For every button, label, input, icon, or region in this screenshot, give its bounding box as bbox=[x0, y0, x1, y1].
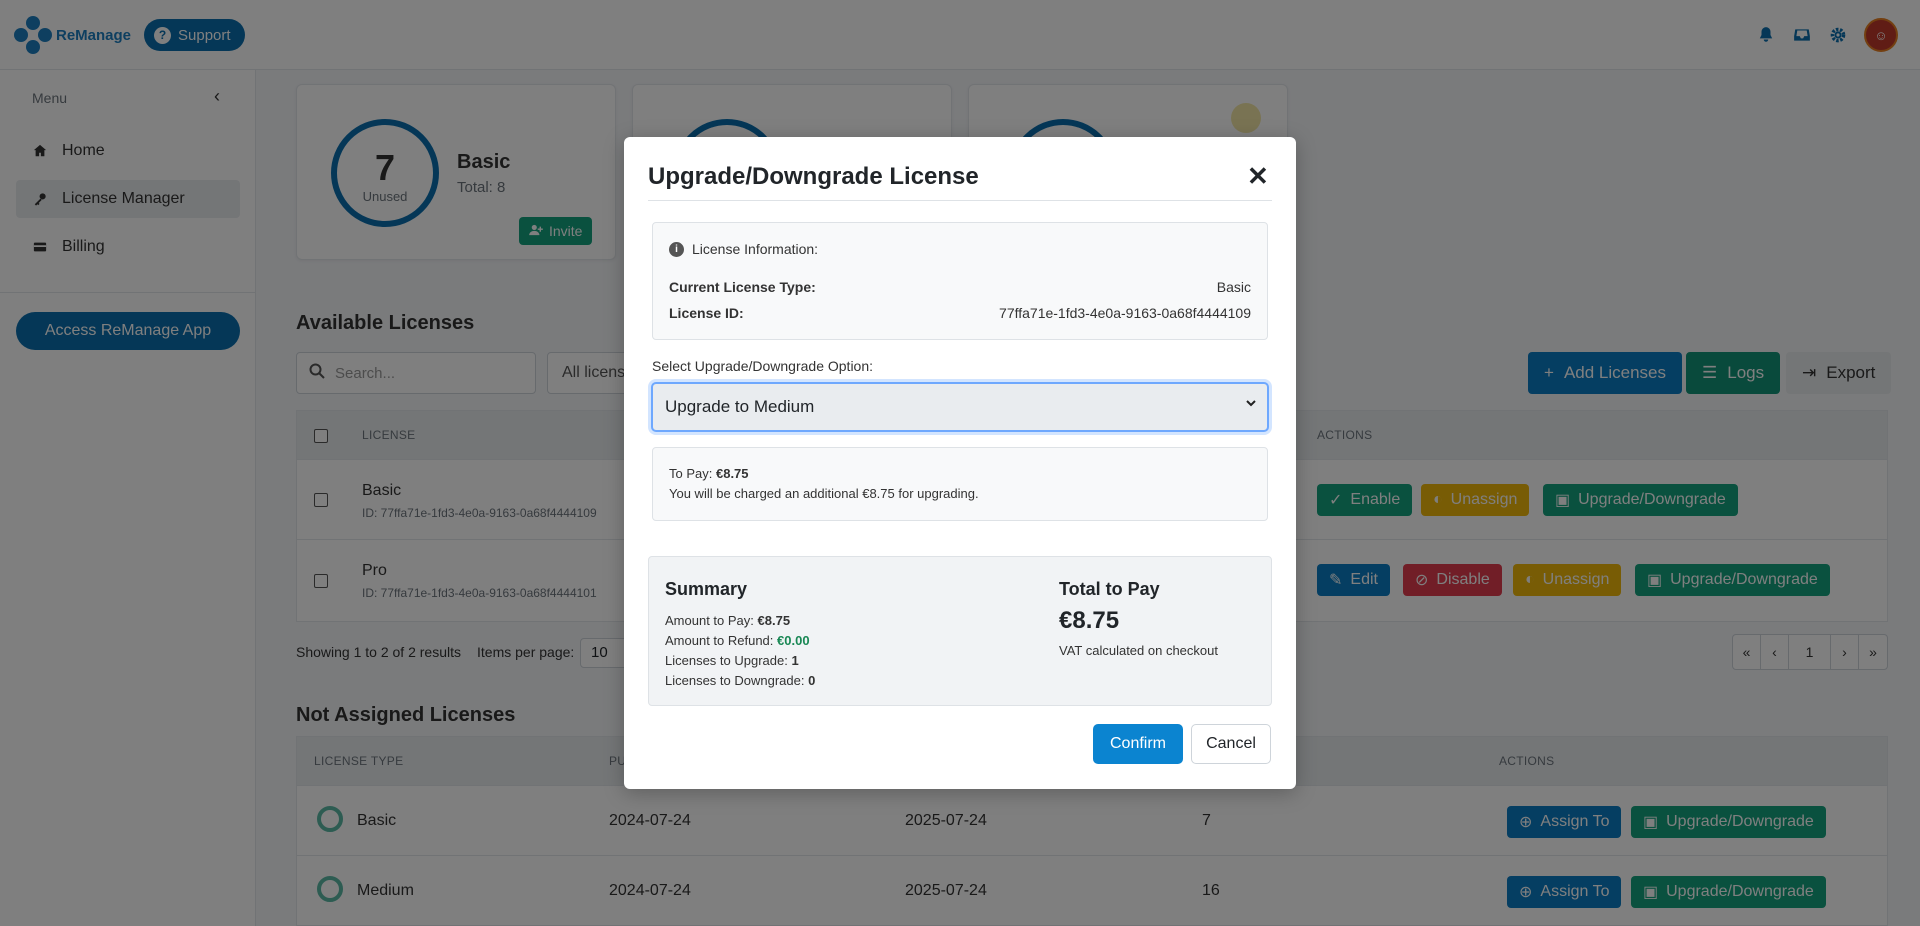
modal-divider bbox=[648, 200, 1272, 201]
select-value: Upgrade to Medium bbox=[665, 397, 815, 416]
info-icon: i bbox=[669, 241, 684, 257]
license-info-heading: i License Information: bbox=[669, 241, 818, 257]
amount-to-pay-value: €8.75 bbox=[757, 613, 791, 628]
close-icon[interactable]: ✕ bbox=[1247, 161, 1269, 192]
vat-note: VAT calculated on checkout bbox=[1059, 643, 1218, 658]
to-pay-value: €8.75 bbox=[715, 466, 749, 481]
modal-title: Upgrade/Downgrade License bbox=[648, 163, 979, 190]
licenses-downgrade-line: Licenses to Downgrade: 0 bbox=[665, 673, 815, 688]
to-pay-label: To Pay: bbox=[669, 466, 713, 481]
current-type-value: Basic bbox=[1216, 279, 1251, 295]
licenses-downgrade-label: Licenses to Downgrade: bbox=[665, 673, 805, 688]
amount-to-refund-value: €0.00 bbox=[777, 633, 810, 648]
total-to-pay-value: €8.75 bbox=[1059, 607, 1120, 634]
summary-title: Summary bbox=[665, 579, 748, 599]
licenses-upgrade-value: 1 bbox=[791, 653, 799, 668]
summary-box: Summary Amount to Pay: €8.75 Amount to R… bbox=[648, 556, 1272, 706]
confirm-button[interactable]: Confirm bbox=[1093, 724, 1183, 764]
amount-to-pay-line: Amount to Pay: €8.75 bbox=[665, 613, 790, 628]
charge-note: You will be charged an additional €8.75 … bbox=[669, 486, 979, 501]
upgrade-downgrade-modal: Upgrade/Downgrade License ✕ i License In… bbox=[624, 137, 1296, 789]
amount-to-refund-label: Amount to Refund: bbox=[665, 633, 774, 648]
cancel-button[interactable]: Cancel bbox=[1191, 724, 1271, 764]
license-id-value: 77ffa71e-1fd3-4e0a-9163-0a68f4444109 bbox=[999, 305, 1251, 321]
license-info-box: i License Information: Current License T… bbox=[652, 222, 1268, 340]
to-pay-box: To Pay: €8.75 You will be charged an add… bbox=[652, 447, 1268, 521]
licenses-downgrade-value: 0 bbox=[808, 673, 816, 688]
current-type-label: Current License Type: bbox=[669, 279, 816, 295]
select-option-label: Select Upgrade/Downgrade Option: bbox=[652, 358, 874, 374]
licenses-upgrade-line: Licenses to Upgrade: 1 bbox=[665, 653, 799, 668]
upgrade-option-select[interactable]: Upgrade to Medium bbox=[651, 382, 1269, 432]
amount-to-pay-label: Amount to Pay: bbox=[665, 613, 754, 628]
total-to-pay-label: Total to Pay bbox=[1059, 579, 1160, 599]
to-pay-line: To Pay: €8.75 bbox=[669, 466, 749, 481]
amount-to-refund-line: Amount to Refund: €0.00 bbox=[665, 633, 810, 648]
licenses-upgrade-label: Licenses to Upgrade: bbox=[665, 653, 788, 668]
info-heading-text: License Information: bbox=[692, 241, 819, 257]
license-id-label: License ID: bbox=[669, 305, 744, 321]
chevron-down-icon bbox=[1245, 397, 1257, 412]
